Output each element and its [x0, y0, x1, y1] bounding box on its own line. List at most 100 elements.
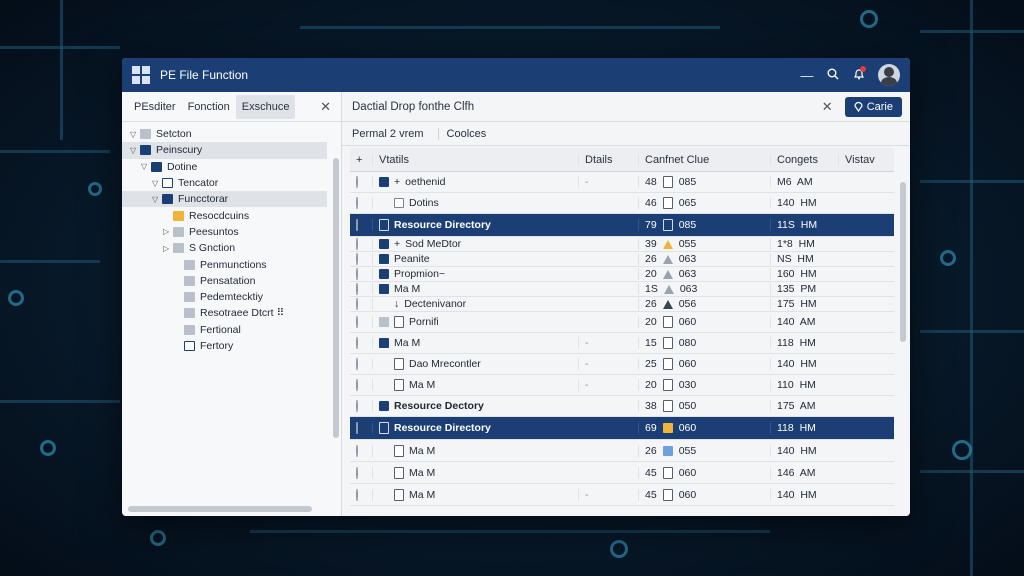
- tree-item[interactable]: Penmunctions: [122, 256, 327, 272]
- column-add[interactable]: +: [350, 154, 372, 166]
- tree-item[interactable]: ▽ Tencator: [122, 175, 327, 191]
- table-row[interactable]: Ma M 45 060 146 AM: [350, 462, 894, 484]
- close-icon[interactable]: ✕: [822, 99, 833, 115]
- app-grid-icon[interactable]: [132, 66, 150, 84]
- row-radio[interactable]: [356, 219, 358, 231]
- folder-icon: [184, 259, 195, 270]
- bell-icon[interactable]: [846, 65, 872, 83]
- row-select-cell[interactable]: [350, 358, 372, 370]
- row-radio[interactable]: [356, 253, 358, 265]
- expand-arrow-icon[interactable]: ▽: [141, 162, 151, 171]
- row-select-cell[interactable]: [350, 253, 372, 265]
- row-select-cell[interactable]: [350, 197, 372, 209]
- subtab-permal[interactable]: Permal 2 vrem: [352, 128, 432, 140]
- column-vtatils[interactable]: Vtatils: [372, 153, 578, 166]
- expand-arrow-icon[interactable]: ▽: [152, 195, 162, 204]
- table-row[interactable]: Peanite 26 063 NS HM: [350, 252, 894, 267]
- tree-item[interactable]: Resotraee Dtcrt ⠿: [122, 305, 327, 321]
- minus-icon[interactable]: —: [794, 68, 820, 83]
- table-row[interactable]: Ma M 1S 063 135 PM: [350, 282, 894, 297]
- item-type-icon: [379, 177, 389, 187]
- subtab-coolces[interactable]: Coolces: [437, 127, 495, 140]
- table-row[interactable]: Dao Mrecontler -25 060 140 HM: [350, 354, 894, 375]
- avatar[interactable]: [878, 64, 900, 86]
- row-radio[interactable]: [356, 337, 358, 349]
- row-select-cell[interactable]: [350, 379, 372, 391]
- table-row[interactable]: Resource Dectory 38 050 175 AM: [350, 396, 894, 417]
- row-radio[interactable]: [356, 422, 358, 434]
- row-radio[interactable]: [356, 176, 358, 188]
- column-congets[interactable]: Congets: [770, 153, 838, 166]
- table-row[interactable]: Ma M -15 080 118 HM: [350, 333, 894, 354]
- row-select-cell[interactable]: [350, 466, 372, 479]
- table-row[interactable]: Resource Directory 79 085 11S HM: [350, 214, 894, 237]
- table-row[interactable]: Resource Directory 69 060 118 HM: [350, 417, 894, 440]
- tree-item[interactable]: ▷ S Gnction: [122, 240, 327, 256]
- row-select-cell[interactable]: [350, 400, 372, 412]
- table-row[interactable]: Pornifi 20 060 140 AM: [350, 312, 894, 333]
- row-select-cell[interactable]: [350, 488, 372, 501]
- row-radio[interactable]: [356, 298, 358, 310]
- row-radio[interactable]: [356, 358, 358, 370]
- close-icon[interactable]: ✕: [320, 99, 331, 115]
- left-horizontal-scrollbar[interactable]: [128, 506, 312, 512]
- row-radio[interactable]: [356, 444, 358, 457]
- row-radio[interactable]: [356, 488, 358, 501]
- row-select-cell[interactable]: [350, 422, 372, 434]
- tree-item[interactable]: ▽ Funcctorar: [122, 191, 327, 208]
- tree-item[interactable]: Pedemtecktiy: [122, 289, 327, 305]
- left-tab[interactable]: Exschuce: [235, 94, 296, 119]
- row-select-cell[interactable]: [350, 268, 372, 280]
- row-radio[interactable]: [356, 268, 358, 280]
- column-canfnet-clue[interactable]: Canfnet Clue: [638, 153, 770, 166]
- row-select-cell[interactable]: [350, 238, 372, 250]
- carie-button[interactable]: Carie: [844, 96, 902, 117]
- tree-item[interactable]: Fertory: [122, 338, 327, 354]
- row-radio[interactable]: [356, 316, 358, 328]
- left-vertical-scrollbar[interactable]: [333, 158, 339, 438]
- left-tab[interactable]: Fonction: [182, 95, 236, 119]
- row-select-cell[interactable]: [350, 176, 372, 188]
- expand-arrow-icon[interactable]: ▽: [130, 146, 140, 155]
- table-row[interactable]: Ma M -45 060 140 HM: [350, 484, 894, 506]
- row-select-cell[interactable]: [350, 337, 372, 349]
- row-radio[interactable]: [356, 238, 358, 250]
- table-row[interactable]: Ma M 26 055 140 HM: [350, 440, 894, 462]
- tree-item[interactable]: ▷ Peesuntos: [122, 224, 327, 240]
- table-row[interactable]: Dotins 46 065 140 HM: [350, 193, 894, 214]
- tree-item[interactable]: ▽ Dotine: [122, 159, 327, 175]
- table-row[interactable]: + Sod MeDtor 39 055 1*8 HM: [350, 237, 894, 252]
- search-icon[interactable]: [820, 68, 846, 83]
- row-select-cell[interactable]: [350, 298, 372, 310]
- row-radio[interactable]: [356, 197, 358, 209]
- row-select-cell[interactable]: [350, 283, 372, 295]
- table-row[interactable]: Ma M -20 030 110 HM: [350, 375, 894, 396]
- expand-arrow-icon[interactable]: ▷: [163, 244, 173, 253]
- folder-icon: [184, 308, 195, 319]
- row-radio[interactable]: [356, 466, 358, 479]
- table-row[interactable]: Propmion~ 20 063 160 HM: [350, 267, 894, 282]
- row-select-cell[interactable]: [350, 219, 372, 231]
- expand-arrow-icon[interactable]: ▽: [130, 130, 140, 139]
- tree-item[interactable]: ▽ Peinscury: [122, 142, 327, 159]
- tree-item[interactable]: Resocdcuins: [122, 207, 327, 223]
- row-radio[interactable]: [356, 283, 358, 295]
- expand-arrow-icon[interactable]: ▽: [152, 179, 162, 188]
- column-vistav[interactable]: Vistav: [838, 153, 894, 166]
- left-tab[interactable]: PEsditer: [128, 95, 182, 119]
- expand-icon[interactable]: +: [394, 238, 400, 250]
- expand-icon[interactable]: +: [394, 176, 400, 188]
- row-radio[interactable]: [356, 379, 358, 391]
- table-row[interactable]: + oethenid -48 085 M6 AM: [350, 172, 894, 193]
- table-row[interactable]: ↓ Dectenivanor 26 056 175 HM: [350, 297, 894, 312]
- tree-item[interactable]: Pensatation: [122, 273, 327, 289]
- expand-icon[interactable]: ↓: [394, 298, 399, 310]
- grid-vertical-scrollbar[interactable]: [900, 182, 906, 342]
- tree-item[interactable]: Fertional: [122, 322, 327, 338]
- row-select-cell[interactable]: [350, 316, 372, 328]
- row-select-cell[interactable]: [350, 444, 372, 457]
- expand-arrow-icon[interactable]: ▷: [163, 227, 173, 236]
- tree-item[interactable]: ▽ Setcton: [122, 126, 327, 142]
- row-radio[interactable]: [356, 400, 358, 412]
- column-dtails[interactable]: Dtails: [578, 153, 638, 166]
